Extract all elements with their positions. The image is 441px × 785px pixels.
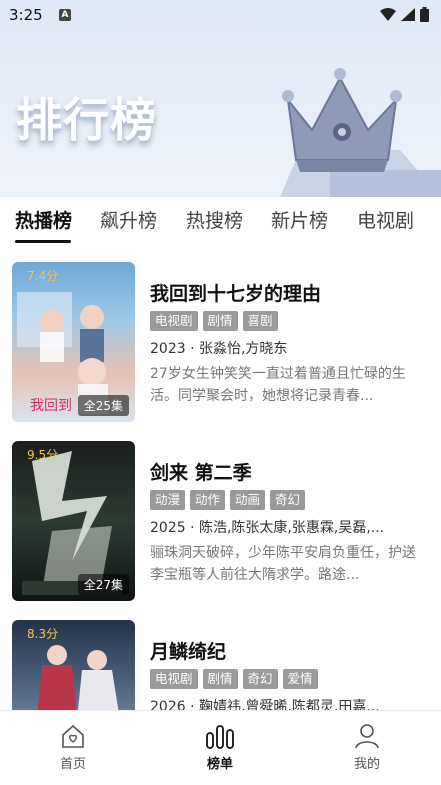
- episode-count: 全25集: [77, 395, 129, 416]
- svg-text:我回到: 我回到: [30, 398, 72, 414]
- tag: 奇幻: [270, 490, 306, 510]
- tag: 电视剧: [150, 669, 198, 689]
- description: 骊珠洞天破碎，少年陈平安肩负重任，护送李宝瓶等人前往大隋求学。路途...: [150, 545, 416, 583]
- crown-icon: [280, 68, 441, 197]
- nav-profile[interactable]: 我的: [327, 723, 407, 772]
- status-time: 3:25: [9, 6, 43, 24]
- tab-hot-search[interactable]: 热搜榜: [186, 206, 243, 233]
- nav-home[interactable]: 首页: [33, 723, 113, 772]
- tab-tv-series[interactable]: 电视剧: [357, 206, 414, 233]
- poster-image[interactable]: 我回到 7.4分 全25集: [12, 262, 135, 422]
- tab-hot-play[interactable]: 热播榜: [15, 206, 72, 233]
- tag: 电视剧: [150, 311, 198, 331]
- profile-icon: [355, 724, 379, 749]
- year-cast: 2026 · 鞠婧祎,曾舜晞,陈都灵,田嘉...: [150, 699, 380, 710]
- status-bar: 3:25 A: [0, 0, 441, 32]
- ranking-banner: 3:25 A 排行榜: [0, 0, 441, 197]
- nav-ranking[interactable]: 榜单: [180, 723, 260, 772]
- tag: 奇幻: [242, 669, 278, 689]
- list-item[interactable]: 我回到 7.4分 全25集 我回到十七岁的理由 电视剧 剧情 喜剧 2023 ·…: [0, 262, 441, 422]
- tag: 喜剧: [242, 311, 278, 331]
- poster-image[interactable]: 8.3分: [12, 620, 135, 710]
- score-badge: 9.5分: [27, 448, 59, 462]
- poster-image[interactable]: 9.5分 全27集: [12, 441, 135, 601]
- item-title[interactable]: 我回到十七岁的理由: [150, 279, 321, 306]
- status-icons: [380, 7, 429, 22]
- year-cast: 2025 · 陈浩,陈张太康,张惠霖,吴磊,...: [150, 520, 385, 536]
- score-badge: 7.4分: [27, 269, 59, 283]
- item-title[interactable]: 月鳞绮纪: [150, 637, 226, 664]
- nav-label: 榜单: [206, 757, 233, 772]
- active-tab-indicator: [15, 240, 71, 243]
- tag-list: 电视剧 剧情 奇幻 爱情: [150, 669, 318, 689]
- item-title[interactable]: 剑来 第二季: [150, 458, 252, 485]
- banner-title: 排行榜: [16, 93, 157, 147]
- description: 27岁女生钟笑笑一直过着普通且忙碌的生活。同学聚会时，她想将记录青春...: [150, 366, 406, 404]
- tag: 动漫: [150, 490, 186, 510]
- tag-list: 动漫 动作 动画 奇幻: [150, 490, 306, 510]
- tab-rising[interactable]: 飙升榜: [100, 206, 157, 233]
- nav-label: 首页: [59, 757, 86, 772]
- tag: 剧情: [202, 669, 238, 689]
- home-icon: [62, 724, 84, 748]
- battery-icon: [420, 7, 429, 22]
- wifi-icon: [380, 8, 396, 21]
- nav-label: 我的: [353, 757, 380, 772]
- list-item[interactable]: 9.5分 全27集 剑来 第二季 动漫 动作 动画 奇幻 2025 · 陈浩,陈…: [0, 441, 441, 601]
- tag-list: 电视剧 剧情 喜剧: [150, 311, 278, 331]
- tag: 爱情: [282, 669, 318, 689]
- signal-icon: [401, 8, 415, 21]
- tab-new[interactable]: 新片榜: [271, 206, 328, 233]
- episode-count: 全27集: [77, 574, 129, 595]
- tag: 剧情: [202, 311, 238, 331]
- tag: 动画: [230, 490, 266, 510]
- tag: 动作: [190, 490, 226, 510]
- list-item[interactable]: 8.3分 月鳞绮纪 电视剧 剧情 奇幻 爱情 2026 · 鞠婧祎,曾舜晞,陈都…: [0, 620, 441, 710]
- bottom-navigation: 首页 榜单 我的: [0, 710, 441, 785]
- ranking-icon: [206, 725, 234, 749]
- notification-badge: A: [59, 9, 71, 21]
- score-badge: 8.3分: [27, 627, 59, 641]
- year-cast: 2023 · 张淼怡,方晓东: [150, 341, 288, 357]
